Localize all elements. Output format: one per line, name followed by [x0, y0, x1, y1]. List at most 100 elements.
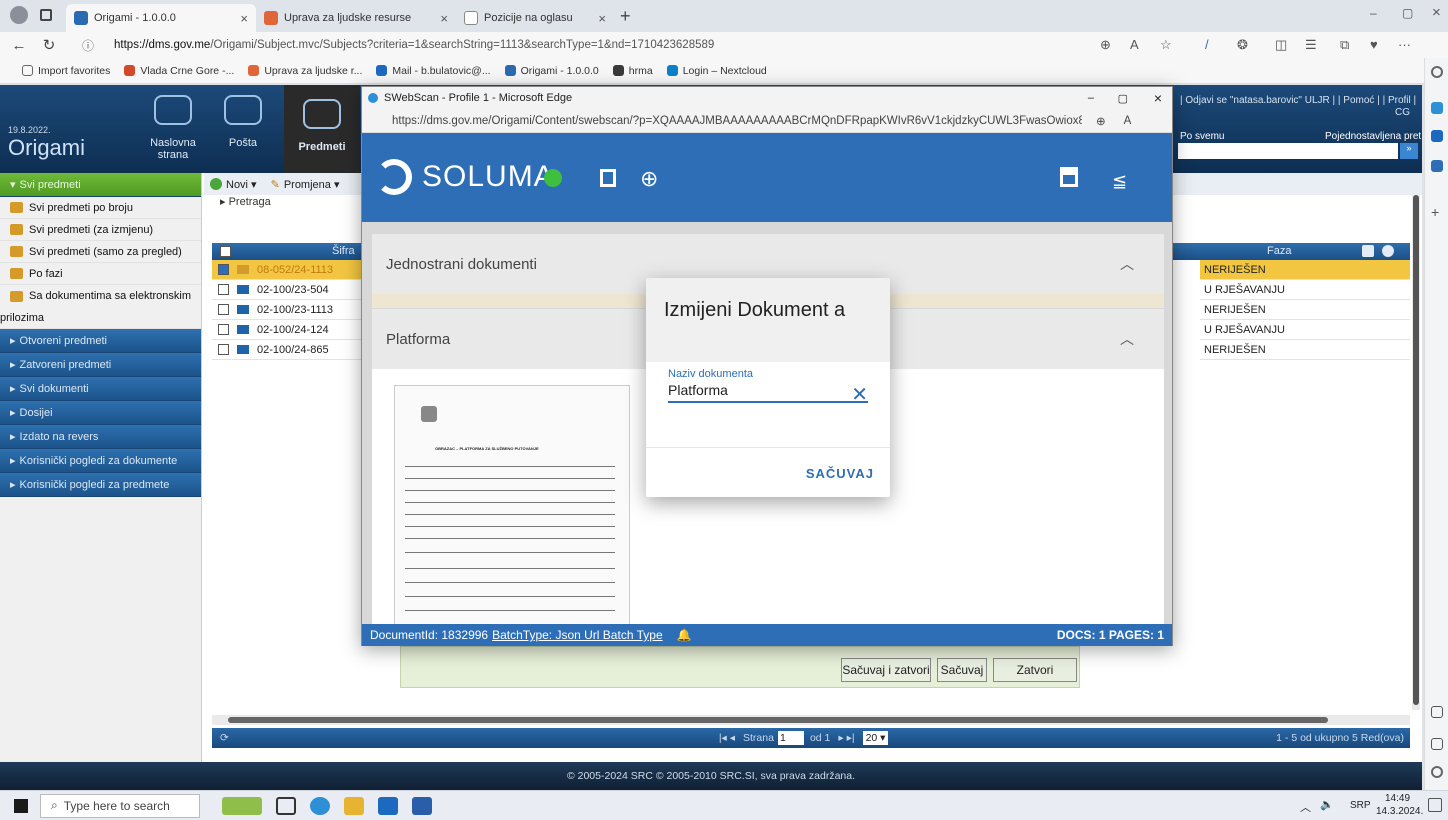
tray-chevron-icon[interactable]: ︿: [1300, 799, 1311, 815]
sidebar-section[interactable]: ▸ Zatvoreni predmeti: [0, 353, 201, 377]
row-faza[interactable]: U RJEŠAVANJU: [1200, 280, 1410, 300]
tab-uprava[interactable]: Uprava za ljudske resurse ×: [256, 4, 456, 32]
bookmark-uprava[interactable]: Uprava za ljudske r...: [248, 65, 362, 77]
sidebar-item-wrap[interactable]: prilozima: [0, 307, 201, 329]
bookmark-origami[interactable]: Origami - 1.0.0.0: [504, 65, 599, 77]
sidebar-section[interactable]: ▸ Izdato na revers: [0, 425, 201, 449]
sidebar-toggle-icon[interactable]: [1431, 706, 1443, 718]
page-size-select[interactable]: 20 ▾: [862, 731, 889, 745]
row-checkbox[interactable]: [218, 304, 229, 315]
header-links[interactable]: | Odjavi se "natasa.barovic" ULJR | | Po…: [1180, 95, 1416, 106]
extensions-icon[interactable]: ❂: [1237, 37, 1248, 53]
change-button[interactable]: ✎ Promjena ▾: [271, 178, 340, 191]
minimize-window-icon[interactable]: –: [1370, 6, 1377, 20]
tab-origami[interactable]: Origami - 1.0.0.0 ×: [66, 4, 256, 32]
sidebar-section[interactable]: ▸ Otvoreni predmeti: [0, 329, 201, 353]
chevron-up-icon[interactable]: ︿: [1120, 254, 1134, 274]
refresh-icon[interactable]: ↻: [34, 36, 64, 54]
row-faza[interactable]: NERIJEŠEN: [1200, 300, 1410, 320]
row-checkbox[interactable]: [218, 284, 229, 295]
trees-widget-icon[interactable]: [222, 796, 262, 815]
volume-icon[interactable]: 🔈: [1320, 798, 1334, 811]
tab-actions-icon[interactable]: [40, 9, 52, 21]
gear-icon[interactable]: [1431, 766, 1443, 778]
row-checkbox[interactable]: [218, 344, 229, 355]
sidebar-item[interactable]: Svi predmeti (samo za pregled): [0, 241, 201, 263]
page-info-icon[interactable]: ⓘ: [82, 37, 94, 54]
add-icon[interactable]: +: [1431, 205, 1443, 219]
extension-pen-icon[interactable]: /: [1205, 37, 1209, 52]
notifications-icon[interactable]: [1428, 798, 1442, 812]
close-button[interactable]: Zatvori: [993, 658, 1077, 682]
scanner-status-icon[interactable]: [544, 169, 562, 187]
nav-naslovna[interactable]: Naslovna strana: [138, 91, 208, 163]
nav-posta[interactable]: Pošta: [210, 91, 276, 163]
restore-window-icon[interactable]: ▢: [1402, 6, 1413, 20]
pager-first-icon[interactable]: |◂ ◂: [719, 732, 735, 744]
profile-avatar[interactable]: [10, 6, 28, 24]
batch-type-link[interactable]: BatchType: Json Url Batch Type: [492, 628, 663, 642]
sidebar-item[interactable]: Po fazi: [0, 263, 201, 285]
vertical-scrollbar[interactable]: [1412, 195, 1420, 710]
sidebar-section[interactable]: ▸ Korisnički pogledi za dokumente: [0, 449, 201, 473]
tools-icon[interactable]: [1431, 160, 1443, 172]
row-faza[interactable]: NERIJEŠEN: [1200, 260, 1410, 280]
table-row[interactable]: 02-100/24-124: [212, 320, 367, 340]
document-name-input[interactable]: [668, 380, 868, 403]
outlook-taskbar-icon[interactable]: [378, 796, 398, 815]
add-circle-icon[interactable]: ⊕: [640, 166, 658, 192]
split-screen-icon[interactable]: ◫: [1275, 37, 1287, 53]
edge-taskbar-icon[interactable]: [310, 796, 330, 815]
bookmark-hrma[interactable]: hrma: [612, 65, 653, 77]
bookmark-mail[interactable]: Mail - b.bulatovic@...: [376, 65, 491, 77]
clock-date[interactable]: 14.3.2024.: [1376, 806, 1423, 817]
url-field[interactable]: https://dms.gov.me/Origami/Subject.mvc/S…: [114, 39, 714, 51]
popup-minimize-icon[interactable]: –: [1088, 92, 1094, 104]
scrollbar-thumb[interactable]: [1413, 195, 1419, 705]
copilot-icon[interactable]: [1431, 102, 1443, 114]
popup-close-icon[interactable]: ×: [1154, 90, 1162, 106]
table-row[interactable]: 02-100/23-1113: [212, 300, 367, 320]
settings-icon[interactable]: ≦: [1112, 171, 1127, 192]
save-and-close-button[interactable]: Sačuvaj i zatvori: [841, 658, 931, 682]
favorite-star-icon[interactable]: ☆: [1160, 37, 1172, 53]
more-menu-icon[interactable]: ···: [1398, 37, 1411, 52]
select-all-checkbox[interactable]: [220, 246, 231, 257]
outlook-icon[interactable]: [1431, 130, 1443, 142]
row-checkbox[interactable]: [218, 264, 229, 275]
column-header-sifra[interactable]: Šifra: [332, 245, 355, 257]
row-checkbox[interactable]: [218, 324, 229, 335]
chevron-up-icon[interactable]: ︿: [1120, 329, 1134, 349]
bookmark-import[interactable]: Import favorites: [22, 65, 110, 77]
windows-start-icon[interactable]: [14, 799, 28, 813]
file-explorer-icon[interactable]: [344, 796, 364, 815]
zoom-icon[interactable]: ⊕: [1100, 37, 1111, 53]
row-faza[interactable]: U RJEŠAVANJU: [1200, 320, 1410, 340]
clock-time[interactable]: 14:49: [1385, 793, 1410, 804]
nav-predmeti[interactable]: Predmeti: [284, 85, 360, 173]
search-scope[interactable]: Po svemu: [1180, 131, 1224, 142]
upload-icon[interactable]: [1060, 167, 1078, 187]
table-row[interactable]: 08-052/24-1113: [212, 260, 367, 280]
sidebar-section[interactable]: ▸ Korisnički pogledi za predmete: [0, 473, 201, 497]
favorites-list-icon[interactable]: ☰: [1305, 37, 1317, 53]
bell-icon[interactable]: 🔔: [677, 628, 692, 642]
bookmark-vlada[interactable]: Vlada Crne Gore -...: [124, 65, 234, 77]
save-button[interactable]: Sačuvaj: [937, 658, 987, 682]
refresh-icon[interactable]: ⟳: [220, 732, 229, 744]
read-aloud-icon[interactable]: A: [1130, 37, 1139, 52]
table-row[interactable]: 02-100/24-865: [212, 340, 367, 360]
save-dialog-button[interactable]: SAČUVAJ: [806, 466, 874, 481]
task-view-icon[interactable]: [276, 796, 296, 815]
sidebar-item[interactable]: Sa dokumentima sa elektronskim: [0, 285, 201, 307]
collections-icon[interactable]: ⧉: [1340, 37, 1349, 53]
new-button[interactable]: Novi ▾: [210, 178, 257, 191]
row-faza[interactable]: NERIJEŠEN: [1200, 340, 1410, 360]
table-row[interactable]: 02-100/23-504: [212, 280, 367, 300]
close-tab-icon[interactable]: ×: [240, 11, 248, 26]
column-header-faza[interactable]: Faza: [1267, 245, 1291, 257]
back-icon[interactable]: ←: [4, 37, 34, 54]
popup-zoom-icon[interactable]: ⊕: [1096, 114, 1106, 128]
word-taskbar-icon[interactable]: [412, 796, 432, 815]
popup-url[interactable]: https://dms.gov.me/Origami/Content/swebs…: [392, 115, 1082, 127]
